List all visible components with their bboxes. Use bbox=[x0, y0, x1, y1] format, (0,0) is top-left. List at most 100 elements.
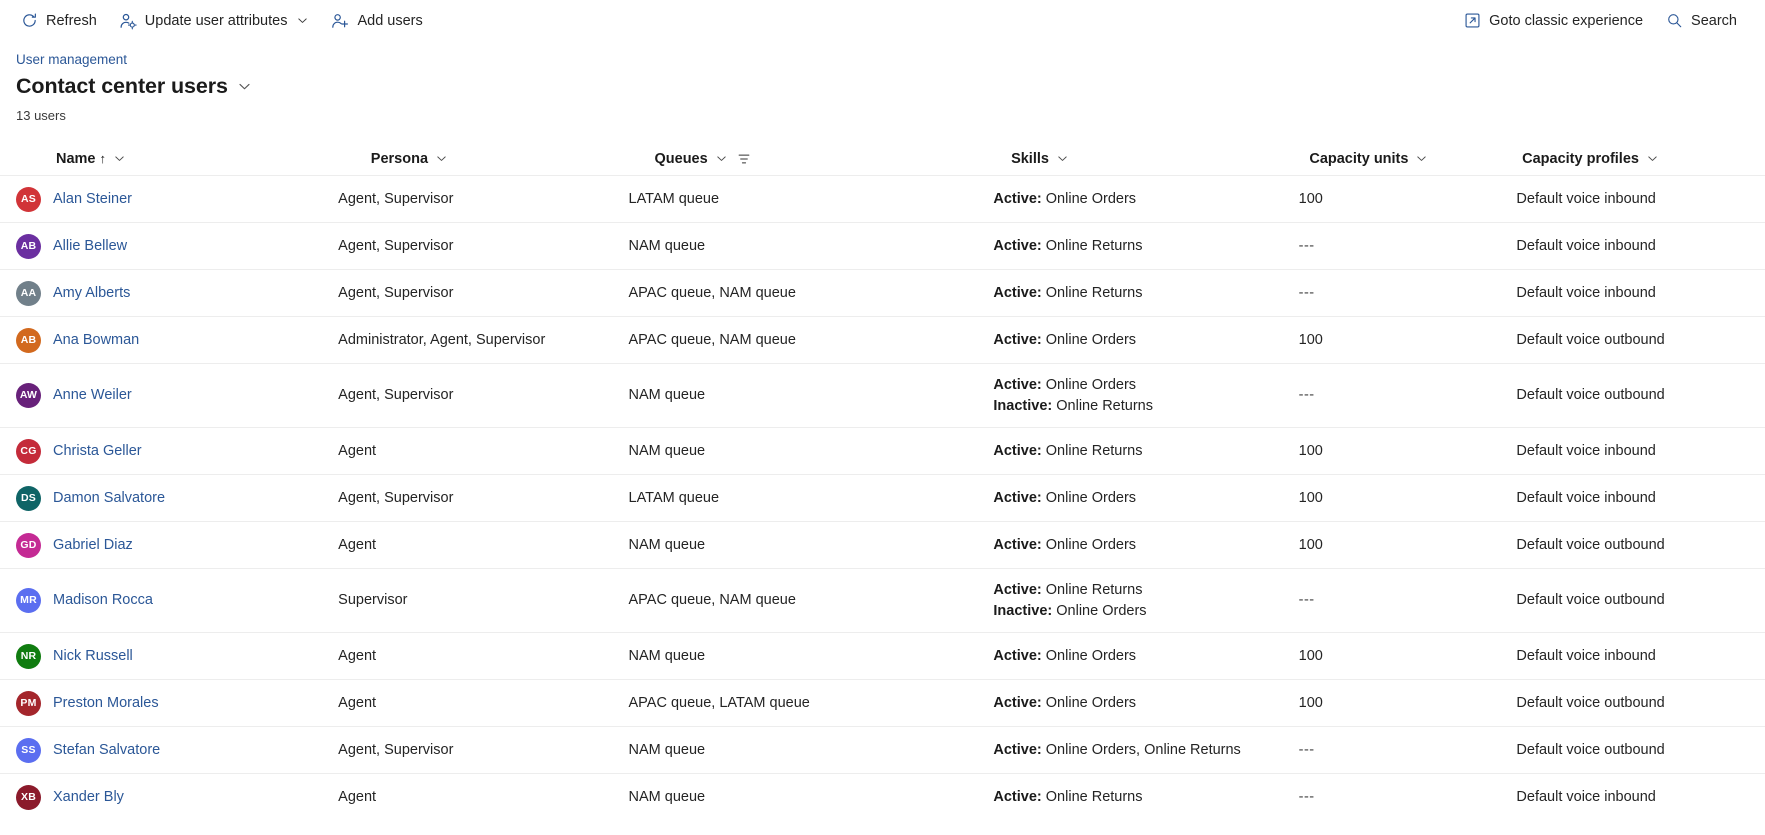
user-name-link[interactable]: Ana Bowman bbox=[53, 331, 139, 350]
command-label: Search bbox=[1691, 12, 1737, 29]
command-bar: Refresh Update user attributes Add users G… bbox=[0, 0, 1765, 41]
filter-icon[interactable] bbox=[737, 152, 751, 166]
skill-value: Online Orders bbox=[1045, 190, 1137, 207]
skill-value: Online Orders bbox=[1045, 331, 1137, 348]
table-row[interactable]: SS Stefan Salvatore Agent, Supervisor NAM q… bbox=[0, 726, 1765, 773]
table-row[interactable]: AS Alan Steiner Agent, Supervisor LATAM que… bbox=[0, 175, 1765, 222]
table-row[interactable]: GD Gabriel Diaz Agent NAM queue Active: Onli… bbox=[0, 521, 1765, 568]
cell-skills: Active: Online Orders bbox=[993, 489, 1298, 508]
avatar: XB bbox=[16, 784, 41, 810]
column-header-queues[interactable]: Queues bbox=[655, 151, 1012, 167]
skill-state-label: Active: bbox=[993, 536, 1042, 553]
user-name-link[interactable]: Nick Russell bbox=[53, 647, 133, 666]
breadcrumb-user-management[interactable]: User management bbox=[16, 51, 1765, 69]
user-count-label: 13 users bbox=[16, 108, 66, 123]
cell-persona: Agent, Supervisor bbox=[338, 284, 454, 301]
table-row[interactable]: CG Christa Geller Agent NAM queue Active: On… bbox=[0, 427, 1765, 474]
command-label: Goto classic experience bbox=[1489, 12, 1644, 29]
cell-queues: APAC queue, NAM queue bbox=[628, 592, 796, 608]
avatar: AB bbox=[16, 327, 41, 353]
cell-capacity-units: --- bbox=[1298, 237, 1315, 254]
skill-state-label: Active: bbox=[993, 376, 1042, 393]
table-row[interactable]: AB Allie Bellew Agent, Supervisor NAM queue… bbox=[0, 222, 1765, 269]
table-row[interactable]: AW Anne Weiler Agent, Supervisor NAM queue A… bbox=[0, 363, 1765, 427]
cell-persona: Agent, Supervisor bbox=[338, 489, 454, 506]
command-add-users-button[interactable]: Add users bbox=[321, 5, 432, 37]
cell-name: AB Ana Bowman bbox=[16, 327, 338, 353]
skill-value: Online Orders bbox=[1045, 694, 1137, 711]
column-header-skills[interactable]: Skills bbox=[1011, 151, 1309, 167]
skill-line: Active: Online Orders bbox=[993, 647, 1286, 666]
skill-line: Active: Online Returns bbox=[993, 284, 1286, 303]
cell-capacity-units: 100 bbox=[1298, 190, 1323, 207]
user-name-link[interactable]: Alan Steiner bbox=[53, 190, 132, 209]
cell-name: AB Allie Bellew bbox=[16, 233, 338, 259]
skill-value: Online Orders bbox=[1045, 489, 1137, 506]
chevron-down-icon[interactable] bbox=[1056, 152, 1069, 165]
user-name-link[interactable]: Gabriel Diaz bbox=[53, 536, 133, 555]
cell-name: NR Nick Russell bbox=[16, 643, 338, 669]
avatar: CG bbox=[16, 438, 41, 464]
table-row[interactable]: AB Ana Bowman Administrator, Agent, Superv… bbox=[0, 316, 1765, 363]
skill-value: Online Returns bbox=[1045, 284, 1143, 301]
cell-capacity-units: 100 bbox=[1298, 442, 1323, 459]
cell-name: MR Madison Rocca bbox=[16, 588, 338, 613]
user-name-link[interactable]: Amy Alberts bbox=[53, 284, 130, 303]
table-row[interactable]: NR Nick Russell Agent NAM queue Active: Onli… bbox=[0, 632, 1765, 679]
column-header-name[interactable]: Name ↑ bbox=[56, 151, 371, 167]
skill-state-label: Active: bbox=[993, 489, 1042, 506]
avatar: MR bbox=[16, 588, 41, 613]
column-header-persona[interactable]: Persona bbox=[371, 151, 655, 167]
user-name-link[interactable]: Xander Bly bbox=[53, 788, 124, 807]
table-row[interactable]: PM Preston Morales Agent APAC queue, LATAM … bbox=[0, 679, 1765, 726]
table-row[interactable]: MR Madison Rocca Supervisor APAC queue, NAM… bbox=[0, 568, 1765, 632]
user-name-link[interactable]: Damon Salvatore bbox=[53, 489, 165, 508]
cell-skills: Active: Online Orders bbox=[993, 694, 1298, 713]
chevron-down-icon[interactable] bbox=[1646, 152, 1659, 165]
chevron-down-icon[interactable] bbox=[237, 79, 252, 94]
cell-queues: NAM queue bbox=[628, 647, 706, 664]
command-search-button[interactable]: Search bbox=[1655, 5, 1747, 37]
skill-line: Inactive: Online Returns bbox=[993, 397, 1286, 416]
table-row[interactable]: XB Xander Bly Agent NAM queue Active: Online… bbox=[0, 773, 1765, 820]
table-row[interactable]: DS Damon Salvatore Agent, Supervisor LATAM … bbox=[0, 474, 1765, 521]
chevron-down-icon[interactable] bbox=[1415, 152, 1428, 165]
chevron-down-icon[interactable] bbox=[113, 152, 126, 165]
command-update-user-attributes-button[interactable]: Update user attributes bbox=[109, 5, 320, 37]
chevron-down-icon[interactable] bbox=[435, 152, 448, 165]
cell-queues: LATAM queue bbox=[628, 190, 720, 207]
skill-value: Online Returns bbox=[1045, 788, 1143, 805]
page-title-row: Contact center users bbox=[16, 73, 1765, 100]
cell-capacity-profiles: Default voice outbound bbox=[1516, 536, 1665, 553]
cell-name: DS Damon Salvatore bbox=[16, 485, 338, 511]
cell-persona: Agent, Supervisor bbox=[338, 237, 454, 254]
command-goto-classic-experience-button[interactable]: Goto classic experience bbox=[1453, 5, 1653, 37]
user-name-link[interactable]: Anne Weiler bbox=[53, 386, 132, 405]
cell-queues: APAC queue, NAM queue bbox=[628, 331, 796, 348]
user-name-link[interactable]: Stefan Salvatore bbox=[53, 741, 160, 760]
user-name-link[interactable]: Christa Geller bbox=[53, 442, 142, 461]
cell-capacity-profiles: Default voice inbound bbox=[1516, 788, 1656, 805]
skill-line: Active: Online Returns bbox=[993, 237, 1286, 256]
skill-line: Active: Online Returns bbox=[993, 788, 1286, 807]
column-header-capacity-units[interactable]: Capacity units bbox=[1309, 151, 1522, 167]
user-name-link[interactable]: Preston Morales bbox=[53, 694, 159, 713]
skill-state-label: Active: bbox=[993, 331, 1042, 348]
cell-capacity-profiles: Default voice outbound bbox=[1516, 387, 1665, 403]
chevron-down-icon[interactable] bbox=[715, 152, 728, 165]
user-name-link[interactable]: Madison Rocca bbox=[53, 591, 153, 610]
cell-capacity-profiles: Default voice outbound bbox=[1516, 694, 1665, 711]
cell-persona: Agent bbox=[338, 647, 377, 664]
skill-line: Active: Online Orders bbox=[993, 376, 1286, 395]
table-row[interactable]: AA Amy Alberts Agent, Supervisor APAC queue… bbox=[0, 269, 1765, 316]
avatar: GD bbox=[16, 532, 41, 558]
cell-queues: NAM queue bbox=[628, 387, 706, 403]
command-refresh-button[interactable]: Refresh bbox=[10, 5, 107, 37]
cell-capacity-profiles: Default voice inbound bbox=[1516, 647, 1656, 664]
cell-skills: Active: Online Returns bbox=[993, 442, 1298, 461]
column-header-label: Name bbox=[56, 150, 96, 167]
user-name-link[interactable]: Allie Bellew bbox=[53, 237, 127, 256]
cell-skills: Active: Online Returns bbox=[993, 788, 1298, 807]
skill-line: Active: Online Returns bbox=[993, 581, 1286, 600]
column-header-capacity-profiles[interactable]: Capacity profiles bbox=[1522, 151, 1765, 167]
